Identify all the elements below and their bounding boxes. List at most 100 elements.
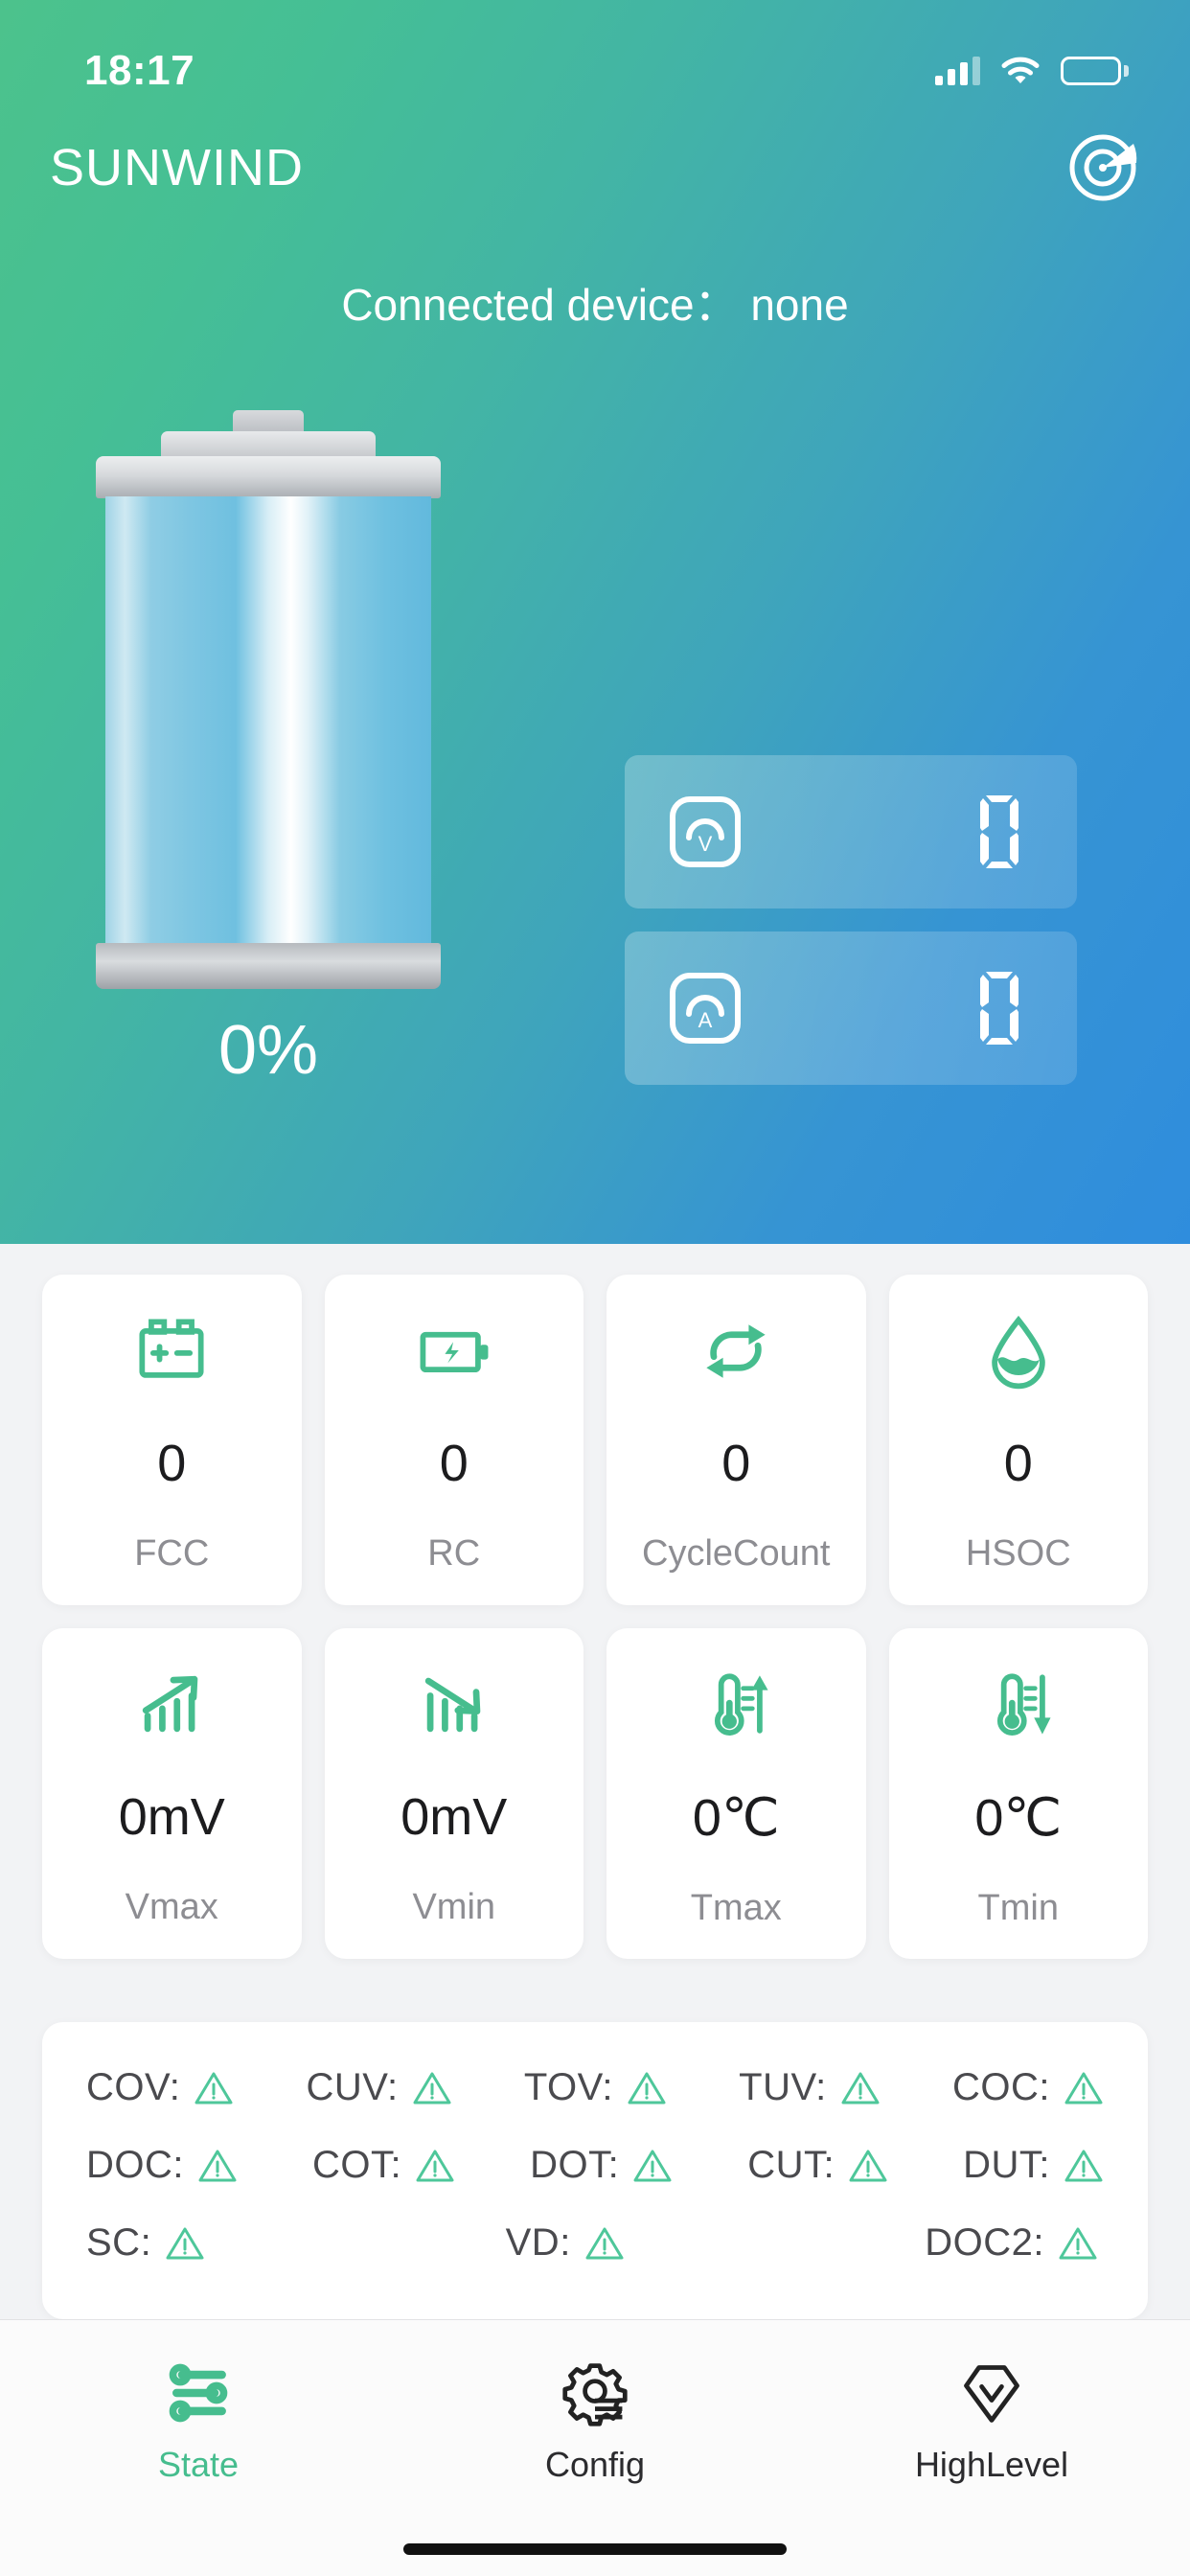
alarm-flag-doc2[interactable]: DOC2:: [925, 2221, 1098, 2265]
tab-label: HighLevel: [914, 2445, 1069, 2484]
warning-triangle-icon: [1058, 2223, 1098, 2264]
radar-scan-icon[interactable]: [1062, 126, 1144, 209]
voltmeter-icon: V: [663, 790, 747, 874]
warning-triangle-icon: [197, 2146, 238, 2186]
alarm-flag-doc[interactable]: DOC:: [86, 2144, 238, 2187]
current-meter-card[interactable]: A: [625, 932, 1077, 1085]
stat-value: 0: [439, 1435, 469, 1492]
alarm-row: DOC: COT: DOT: CUT: DUT:: [86, 2144, 1104, 2187]
alarm-label: COC:: [952, 2066, 1050, 2108]
battery-bolt-icon: [410, 1305, 498, 1397]
stat-value: 0mV: [118, 1788, 225, 1846]
stat-value: 0: [1003, 1435, 1033, 1492]
status-bar-time: 18:17: [84, 47, 195, 94]
home-indicator: [403, 2543, 787, 2555]
connected-device-status: Connected device： none: [341, 280, 849, 330]
tab-label: State: [157, 2445, 240, 2484]
alarm-label: CUT:: [747, 2144, 835, 2186]
bars-down-icon: [410, 1659, 498, 1751]
alarm-label: TUV:: [739, 2066, 827, 2108]
app-title: SUNWIND: [50, 139, 304, 196]
stat-label: Vmin: [412, 1887, 496, 1927]
warning-triangle-icon: [194, 2068, 234, 2108]
warning-triangle-icon: [415, 2146, 455, 2186]
battery-body: [105, 496, 431, 947]
alarm-flag-dot[interactable]: DOT:: [530, 2144, 673, 2187]
stat-value: 0℃: [692, 1788, 780, 1847]
battery-cell-graphic: [96, 410, 441, 1004]
stat-card-rc[interactable]: 0 RC: [324, 1275, 584, 1605]
tab-label: Config: [544, 2445, 646, 2484]
bars-up-icon: [127, 1659, 216, 1751]
battery-cap-top: [96, 456, 441, 498]
stat-card-fcc[interactable]: 0 FCC: [42, 1275, 302, 1605]
cellular-signal-icon: [935, 57, 980, 85]
alarm-label: COV:: [86, 2066, 181, 2108]
alarm-flag-coc[interactable]: COC:: [952, 2066, 1104, 2109]
bottom-tab-bar: State Config HighLevel: [0, 2319, 1190, 2576]
stat-label: Vmax: [125, 1887, 218, 1927]
alarm-flag-sc[interactable]: SC:: [86, 2221, 205, 2265]
warning-triangle-icon: [165, 2223, 205, 2264]
alarm-label: DOC2:: [925, 2221, 1044, 2264]
stat-label: CycleCount: [642, 1533, 831, 1574]
stat-value: 0mV: [400, 1788, 508, 1846]
stat-card-hsoc[interactable]: 0 HSOC: [888, 1275, 1148, 1605]
thermometer-down-icon: [974, 1659, 1063, 1751]
tab-state[interactable]: State: [55, 2355, 342, 2485]
battery-percent-label: 0%: [217, 1012, 319, 1089]
stat-label: FCC: [134, 1533, 210, 1574]
sliders-icon: [164, 2355, 233, 2431]
warning-triangle-icon: [412, 2068, 452, 2108]
hero-panel: 18:17 SUNWIND Connected device： none 0% …: [0, 0, 1190, 1244]
alarm-label: DOT:: [530, 2144, 620, 2186]
stat-card-tmax[interactable]: 0℃ Tmax: [606, 1628, 866, 1959]
alarm-label: VD:: [505, 2221, 571, 2264]
stat-card-cyclecount[interactable]: 0 CycleCount: [606, 1275, 866, 1605]
alarm-row: COV: CUV: TOV: TUV: COC:: [86, 2066, 1104, 2109]
alarm-label: DUT:: [963, 2144, 1050, 2186]
alarm-flag-tov[interactable]: TOV:: [524, 2066, 667, 2109]
alarm-label: CUV:: [306, 2066, 399, 2108]
diamond-check-icon: [957, 2355, 1026, 2431]
stat-grid: 0 FCC 0 RC 0 CycleCount 0 HSOC 0mV Vmax …: [0, 1275, 1190, 1959]
stat-label: HSOC: [965, 1533, 1071, 1574]
stat-value: 0: [157, 1435, 187, 1492]
app-header: SUNWIND: [0, 115, 1190, 220]
current-value: [977, 968, 1021, 1048]
ammeter-icon: A: [663, 966, 747, 1050]
wifi-icon: [1001, 57, 1040, 85]
alarm-flag-dut[interactable]: DUT:: [963, 2144, 1104, 2187]
tab-config[interactable]: Config: [451, 2355, 739, 2485]
svg-text:V: V: [698, 832, 713, 856]
stat-card-vmax[interactable]: 0mV Vmax: [42, 1628, 302, 1959]
alarm-flag-cuv[interactable]: CUV:: [307, 2066, 452, 2109]
alarm-flag-cot[interactable]: COT:: [312, 2144, 455, 2187]
stat-label: Tmin: [977, 1887, 1059, 1928]
status-bar: 18:17: [0, 42, 1190, 100]
alarm-label: TOV:: [523, 2066, 613, 2108]
battery-cap-bottom: [96, 943, 441, 989]
stat-label: RC: [427, 1533, 481, 1574]
gear-list-icon: [561, 2355, 629, 2431]
tab-highlevel[interactable]: HighLevel: [848, 2355, 1135, 2485]
car-battery-icon: [127, 1305, 216, 1397]
warning-triangle-icon: [1064, 2068, 1104, 2108]
alarm-flag-tuv[interactable]: TUV:: [739, 2066, 881, 2109]
alarm-flags-panel: COV: CUV: TOV: TUV: COC: DOC: COT: DOT: …: [42, 2022, 1148, 2319]
svg-text:A: A: [698, 1008, 713, 1032]
alarm-flag-cov[interactable]: COV:: [86, 2066, 234, 2109]
stat-card-tmin[interactable]: 0℃ Tmin: [888, 1628, 1148, 1959]
meter-list: V A: [625, 755, 1077, 1108]
voltage-meter-card[interactable]: V: [625, 755, 1077, 908]
stat-card-vmin[interactable]: 0mV Vmin: [324, 1628, 584, 1959]
voltage-value: [977, 792, 1021, 872]
alarm-flag-cut[interactable]: CUT:: [747, 2144, 888, 2187]
water-droplet-icon: [974, 1305, 1063, 1397]
warning-triangle-icon: [627, 2068, 667, 2108]
status-bar-icons: [935, 57, 1129, 85]
alarm-label: COT:: [311, 2144, 402, 2186]
alarm-flag-vd[interactable]: VD:: [506, 2221, 625, 2265]
warning-triangle-icon: [1064, 2146, 1104, 2186]
alarm-row: SC: VD: DOC2:: [86, 2221, 1104, 2265]
